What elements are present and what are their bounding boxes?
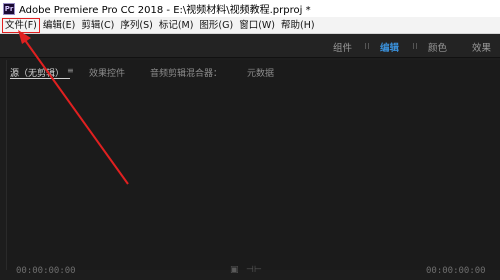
arrow-head: [18, 30, 31, 44]
annotation-arrow: [18, 30, 129, 185]
arrow-shaft: [21, 35, 129, 185]
